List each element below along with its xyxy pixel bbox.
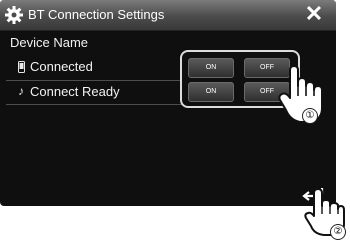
music-note-icon: ♪ xyxy=(18,84,24,98)
connected-on-button[interactable]: ON xyxy=(188,58,234,78)
callout-1: ① xyxy=(302,108,318,124)
row-divider xyxy=(6,80,182,81)
connected-label: Connected xyxy=(30,59,93,74)
hand-pointer-icon xyxy=(278,65,323,123)
gear-icon xyxy=(5,6,23,24)
device-name-label: Device Name xyxy=(10,35,89,50)
close-button[interactable]: ✕ xyxy=(302,2,326,26)
connect-ready-on-button[interactable]: ON xyxy=(188,82,234,102)
row-divider xyxy=(6,104,182,105)
connect-ready-label: Connect Ready xyxy=(30,84,120,99)
phone-icon xyxy=(18,61,25,73)
title-bar: BT Connection Settings ✕ xyxy=(0,0,336,31)
page-title: BT Connection Settings xyxy=(28,7,165,22)
callout-2: ② xyxy=(330,224,346,240)
